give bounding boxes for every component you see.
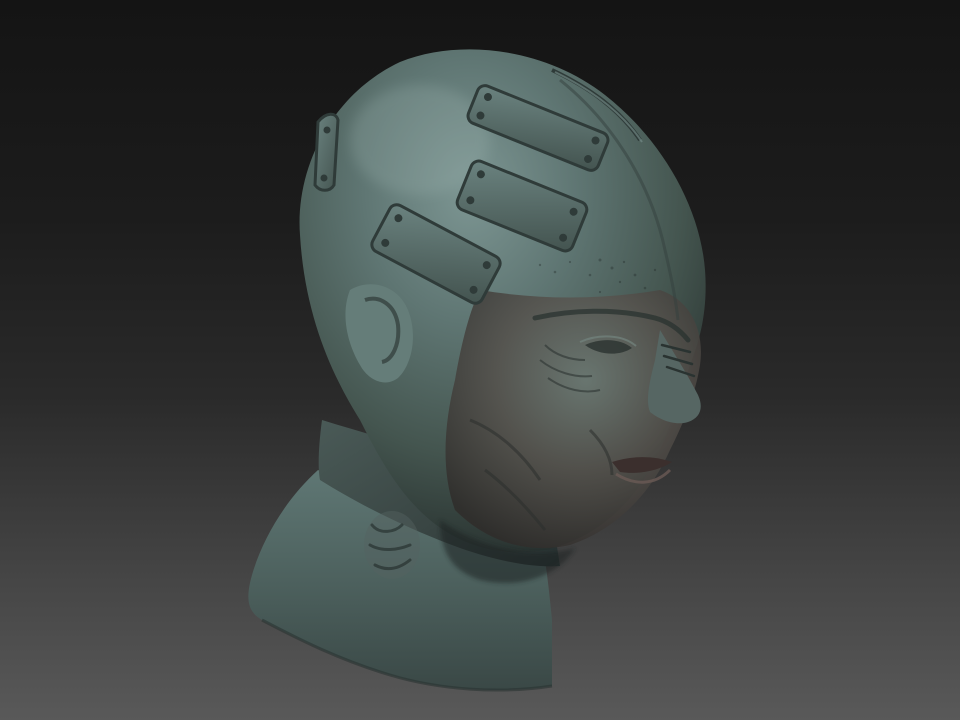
viewport: [0, 0, 960, 720]
plate-back: [313, 112, 340, 192]
neck-scar: [364, 511, 420, 579]
sculpted-head-bust: [248, 49, 706, 692]
